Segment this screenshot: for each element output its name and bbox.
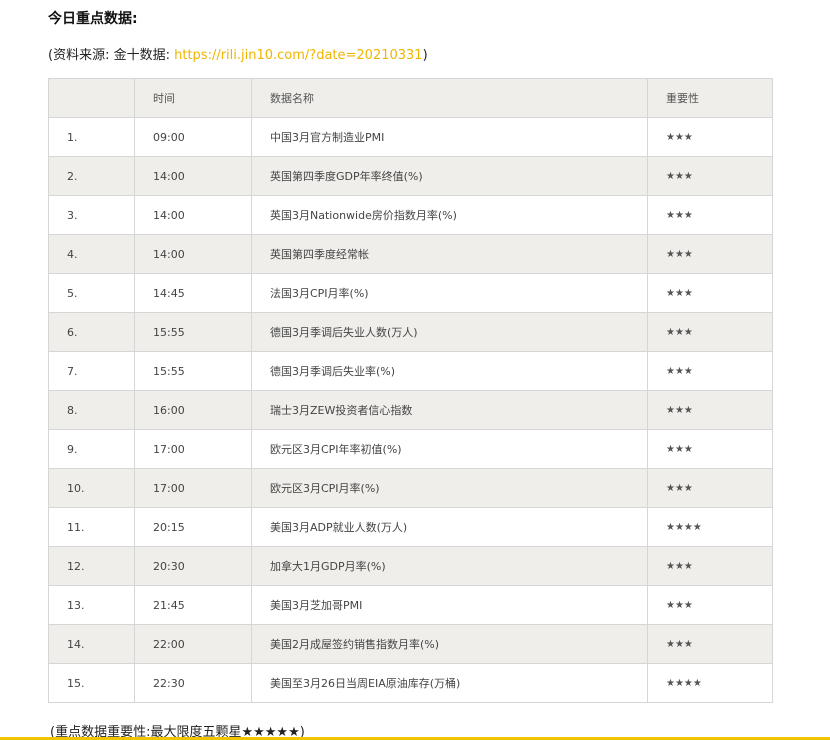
cell-data-name: 德国3月季调后失业率(%) (251, 351, 648, 391)
table-row: 6. 15:55 德国3月季调后失业人数(万人) ★★★ (48, 312, 773, 352)
cell-data-name: 欧元区3月CPI年率初值(%) (251, 429, 648, 469)
cell-time: 20:15 (134, 507, 252, 547)
cell-time: 22:00 (134, 624, 252, 664)
cell-time: 16:00 (134, 390, 252, 430)
cell-index: 11. (48, 507, 135, 547)
cell-index: 9. (48, 429, 135, 469)
table-row: 14. 22:00 美国2月成屋签约销售指数月率(%) ★★★ (48, 624, 773, 664)
source-suffix: ) (422, 48, 428, 63)
cell-index: 5. (48, 273, 135, 313)
cell-time: 14:00 (134, 195, 252, 235)
page-heading: 今日重点数据: (48, 11, 138, 27)
cell-index: 3. (48, 195, 135, 235)
table-header-row: 时间 数据名称 重要性 (48, 78, 773, 118)
header-index (48, 78, 135, 118)
cell-importance: ★★★ (647, 156, 773, 196)
cell-importance: ★★★ (647, 117, 773, 157)
header-importance: 重要性 (647, 78, 773, 118)
cell-index: 10. (48, 468, 135, 508)
table-row: 12. 20:30 加拿大1月GDP月率(%) ★★★ (48, 546, 773, 586)
cell-importance: ★★★ (647, 273, 773, 313)
table-row: 1. 09:00 中国3月官方制造业PMI ★★★ (48, 117, 773, 157)
cell-data-name: 德国3月季调后失业人数(万人) (251, 312, 648, 352)
cell-data-name: 瑞士3月ZEW投资者信心指数 (251, 390, 648, 430)
cell-data-name: 美国2月成屋签约销售指数月率(%) (251, 624, 648, 664)
cell-index: 4. (48, 234, 135, 274)
cell-index: 1. (48, 117, 135, 157)
table-row: 15. 22:30 美国至3月26日当周EIA原油库存(万桶) ★★★★ (48, 663, 773, 703)
cell-index: 2. (48, 156, 135, 196)
header-name: 数据名称 (251, 78, 648, 118)
cell-data-name: 英国第四季度GDP年率终值(%) (251, 156, 648, 196)
cell-time: 15:55 (134, 351, 252, 391)
cell-importance: ★★★ (647, 351, 773, 391)
table-row: 10. 17:00 欧元区3月CPI月率(%) ★★★ (48, 468, 773, 508)
table-row: 7. 15:55 德国3月季调后失业率(%) ★★★ (48, 351, 773, 391)
table-row: 3. 14:00 英国3月Nationwide房价指数月率(%) ★★★ (48, 195, 773, 235)
table-row: 11. 20:15 美国3月ADP就业人数(万人) ★★★★ (48, 507, 773, 547)
cell-importance: ★★★ (647, 312, 773, 352)
cell-index: 8. (48, 390, 135, 430)
cell-time: 14:00 (134, 234, 252, 274)
cell-index: 6. (48, 312, 135, 352)
cell-importance: ★★★ (647, 195, 773, 235)
cell-time: 22:30 (134, 663, 252, 703)
cell-time: 17:00 (134, 468, 252, 508)
cell-data-name: 美国3月ADP就业人数(万人) (251, 507, 648, 547)
source-link[interactable]: https://rili.jin10.com/?date=20210331 (174, 48, 422, 63)
cell-index: 13. (48, 585, 135, 625)
cell-time: 20:30 (134, 546, 252, 586)
table-row: 9. 17:00 欧元区3月CPI年率初值(%) ★★★ (48, 429, 773, 469)
cell-data-name: 法国3月CPI月率(%) (251, 273, 648, 313)
cell-index: 15. (48, 663, 135, 703)
cell-importance: ★★★ (647, 468, 773, 508)
cell-time: 17:00 (134, 429, 252, 469)
cell-data-name: 英国第四季度经常帐 (251, 234, 648, 274)
table-row: 8. 16:00 瑞士3月ZEW投资者信心指数 ★★★ (48, 390, 773, 430)
table-row: 5. 14:45 法国3月CPI月率(%) ★★★ (48, 273, 773, 313)
cell-data-name: 美国至3月26日当周EIA原油库存(万桶) (251, 663, 648, 703)
cell-time: 21:45 (134, 585, 252, 625)
cell-data-name: 中国3月官方制造业PMI (251, 117, 648, 157)
cell-importance: ★★★ (647, 624, 773, 664)
source-line: (资料来源: 金十数据: https://rili.jin10.com/?dat… (48, 44, 428, 63)
cell-data-name: 美国3月芝加哥PMI (251, 585, 648, 625)
table-body: 1. 09:00 中国3月官方制造业PMI ★★★ 2. 14:00 英国第四季度GDP年率… (48, 117, 773, 703)
table-row: 13. 21:45 美国3月芝加哥PMI ★★★ (48, 585, 773, 625)
cell-index: 7. (48, 351, 135, 391)
cell-importance: ★★★★ (647, 663, 773, 703)
cell-importance: ★★★ (647, 585, 773, 625)
table-row: 2. 14:00 英国第四季度GDP年率终值(%) ★★★ (48, 156, 773, 196)
data-table: 时间 数据名称 重要性 1. 09:00 中国3月官方制造业PMI ★★★ 2. 14:0… (48, 78, 773, 703)
cell-time: 14:45 (134, 273, 252, 313)
cell-importance: ★★★ (647, 429, 773, 469)
cell-importance: ★★★ (647, 234, 773, 274)
cell-importance: ★★★★ (647, 507, 773, 547)
source-prefix: (资料来源: 金十数据: (48, 48, 175, 63)
cell-time: 09:00 (134, 117, 252, 157)
cell-index: 12. (48, 546, 135, 586)
cell-importance: ★★★ (647, 390, 773, 430)
header-time: 时间 (134, 78, 252, 118)
table-row: 4. 14:00 英国第四季度经常帐 ★★★ (48, 234, 773, 274)
cell-data-name: 欧元区3月CPI月率(%) (251, 468, 648, 508)
cell-data-name: 英国3月Nationwide房价指数月率(%) (251, 195, 648, 235)
cell-time: 15:55 (134, 312, 252, 352)
cell-time: 14:00 (134, 156, 252, 196)
cell-data-name: 加拿大1月GDP月率(%) (251, 546, 648, 586)
cell-importance: ★★★ (647, 546, 773, 586)
cell-index: 14. (48, 624, 135, 664)
